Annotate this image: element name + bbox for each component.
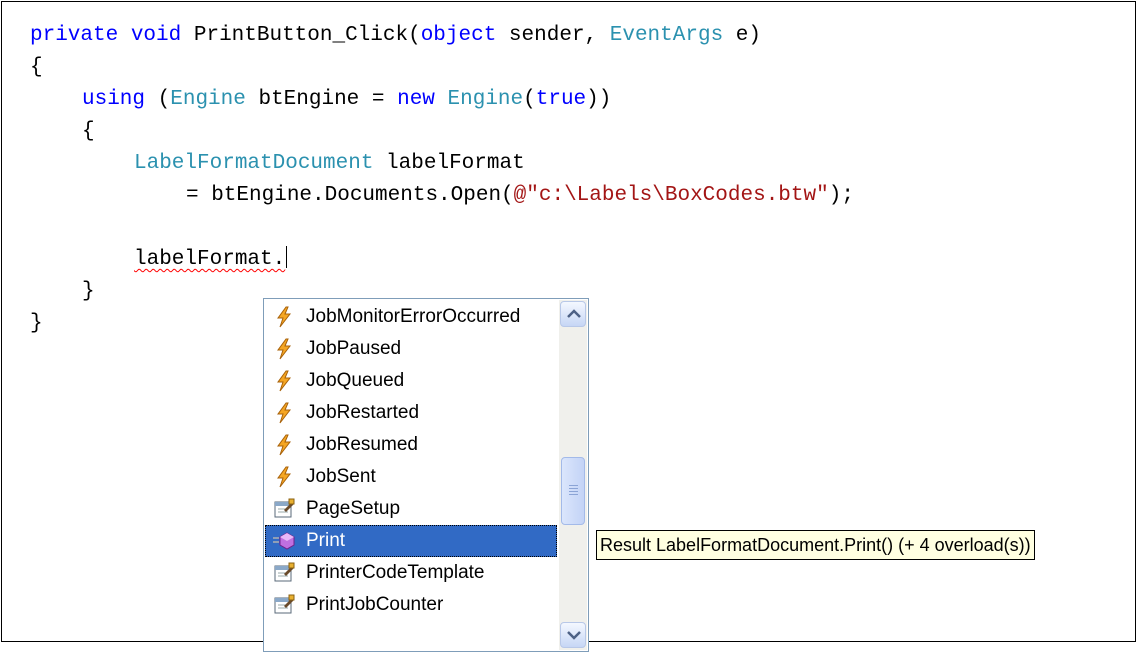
event-icon — [273, 306, 295, 328]
keyword-private: private — [30, 24, 119, 47]
completion-item-printjobcounter[interactable]: PrintJobCounter — [265, 589, 557, 621]
completion-item-label: PrintJobCounter — [306, 594, 444, 615]
statement-end: ); — [828, 184, 854, 207]
code-line-7: labelFormat. — [134, 244, 288, 276]
type-engine-ctor: Engine — [447, 88, 524, 111]
event-icon — [273, 370, 295, 392]
chevron-up-icon — [567, 309, 581, 318]
scroll-thumb[interactable] — [561, 457, 585, 525]
brace-close: } — [30, 312, 43, 335]
code-line-9: } — [30, 308, 43, 340]
type-engine: Engine — [170, 88, 246, 111]
property-icon — [273, 562, 295, 584]
code-line-1: private void PrintButton_Click(object se… — [30, 20, 761, 52]
var-btengine: btEngine = — [245, 88, 398, 111]
code-line-6: = btEngine.Documents.Open(@"c:\Labels\Bo… — [186, 180, 854, 212]
error-squiggle-labelformat: labelFormat. — [134, 248, 286, 271]
keyword-void: void — [130, 24, 182, 47]
completion-item-label: JobSent — [306, 466, 376, 487]
completion-item-pagesetup[interactable]: PageSetup — [265, 493, 557, 525]
code-line-4: { — [82, 116, 95, 148]
brace-open-inner: { — [82, 120, 95, 143]
ctor-paren: ( — [523, 88, 536, 111]
keyword-true: true — [535, 88, 587, 111]
var-labelformat: labelFormat — [373, 152, 525, 175]
brace-close-inner: } — [82, 280, 95, 303]
completion-item-label: JobQueued — [306, 370, 405, 391]
completion-item-jobsent[interactable]: JobSent — [265, 461, 557, 493]
completion-item-print[interactable]: Print — [265, 525, 557, 557]
completion-item-label: PrinterCodeTemplate — [306, 562, 485, 583]
keyword-using: using — [82, 88, 146, 111]
quickinfo-tooltip: Result LabelFormatDocument.Print() (+ 4 … — [596, 530, 1035, 560]
scroll-up-button[interactable] — [560, 301, 586, 327]
completion-item-jobqueued[interactable]: JobQueued — [265, 365, 557, 397]
chevron-down-icon — [567, 631, 581, 640]
event-icon — [273, 338, 295, 360]
completion-item-jobmonitorerroroccurred[interactable]: JobMonitorErrorOccurred — [265, 301, 557, 333]
param-e: e) — [723, 24, 761, 47]
code-line-3: using (Engine btEngine = new Engine(true… — [82, 84, 611, 116]
string-literal-path: @"c:\Labels\BoxCodes.btw" — [513, 184, 829, 207]
completion-item-jobrestarted[interactable]: JobRestarted — [265, 397, 557, 429]
type-labelformatdocument: LabelFormatDocument — [134, 152, 374, 175]
completion-item-printercodetemplate[interactable]: PrinterCodeTemplate — [265, 557, 557, 589]
documents-open-call: = btEngine.Documents.Open( — [186, 184, 514, 207]
paren-open: ( — [145, 88, 171, 111]
property-icon — [273, 498, 295, 520]
keyword-new: new — [397, 88, 435, 111]
completion-scrollbar[interactable] — [559, 300, 587, 650]
method-signature: PrintButton_Click( — [193, 24, 421, 47]
completion-item-label: PageSetup — [306, 498, 401, 519]
event-icon — [273, 466, 295, 488]
completion-items: JobMonitorErrorOccurred JobPaused JobQueue… — [265, 301, 557, 621]
completion-item-jobpaused[interactable]: JobPaused — [265, 333, 557, 365]
type-eventargs: EventArgs — [609, 24, 724, 47]
property-icon — [273, 594, 295, 616]
completion-item-label: JobPaused — [306, 338, 402, 359]
event-icon — [273, 434, 295, 456]
paren-close: )) — [586, 88, 612, 111]
code-line-5: LabelFormatDocument labelFormat — [134, 148, 525, 180]
completion-item-label: Print — [306, 530, 346, 551]
scroll-down-button[interactable] — [560, 622, 586, 648]
event-icon — [273, 402, 295, 424]
completion-item-label: JobRestarted — [306, 402, 420, 423]
text-caret — [286, 246, 288, 268]
completion-item-jobresumed[interactable]: JobResumed — [265, 429, 557, 461]
method-icon — [273, 530, 295, 552]
code-line-2: { — [30, 52, 43, 84]
intellisense-list[interactable]: JobMonitorErrorOccurred JobPaused JobQueue… — [263, 298, 589, 652]
brace-open: { — [30, 56, 43, 79]
param-sender: sender, — [496, 24, 610, 47]
code-line-8: } — [82, 276, 95, 308]
completion-item-label: JobResumed — [306, 434, 418, 455]
completion-item-label: JobMonitorErrorOccurred — [306, 306, 521, 327]
keyword-object: object — [420, 24, 497, 47]
